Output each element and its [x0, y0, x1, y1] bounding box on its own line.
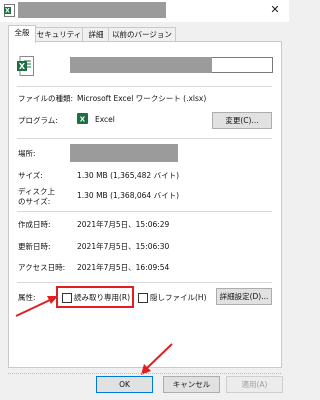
tab-previous-versions[interactable]: 以前のバージョン [108, 27, 176, 42]
divider [17, 211, 272, 212]
created-label: 作成日時: [18, 220, 51, 229]
excel-file-icon: X [17, 56, 34, 76]
excel-program-icon: X [77, 113, 88, 124]
footer-divider [8, 373, 281, 375]
disk-size-label-2: のサイズ: [18, 197, 51, 206]
modified-label: 更新日時: [18, 242, 51, 251]
size-label: サイズ: [18, 171, 43, 180]
svg-text:X: X [19, 62, 26, 71]
attributes-label: 属性: [18, 293, 36, 302]
program-label: プログラム: [18, 116, 58, 125]
hidden-checkbox[interactable] [138, 293, 148, 303]
tab-security[interactable]: セキュリティ [34, 27, 84, 42]
divider [17, 282, 272, 283]
apply-button[interactable]: 適用(A) [226, 376, 283, 393]
svg-text:X: X [5, 8, 10, 15]
window-title-redacted [18, 2, 166, 18]
file-type-value: Microsoft Excel ワークシート (.xlsx) [77, 94, 207, 103]
tab-details[interactable]: 詳細 [82, 27, 110, 42]
modified-value: 2021年7月5日、15:06:30 [77, 242, 170, 251]
file-type-label: ファイルの種類: [18, 94, 74, 103]
ok-button[interactable]: OK [96, 376, 153, 393]
excel-file-icon: X [4, 4, 15, 17]
location-label: 場所: [18, 149, 36, 158]
annotation-highlight-box [56, 286, 134, 308]
size-value: 1.30 MB (1,365,482 バイト) [77, 171, 179, 180]
file-name-redacted [70, 57, 212, 73]
program-value: Excel [95, 115, 115, 124]
close-icon[interactable]: ✕ [268, 3, 282, 17]
disk-size-value: 1.30 MB (1,368,064 バイト) [77, 191, 179, 200]
accessed-label: アクセス日時: [18, 263, 66, 272]
advanced-button[interactable]: 詳細設定(D)... [216, 288, 272, 305]
svg-text:X: X [80, 116, 86, 124]
divider [17, 86, 272, 87]
location-redacted [70, 144, 178, 162]
created-value: 2021年7月5日、15:06:29 [77, 220, 170, 229]
change-program-button[interactable]: 変更(C)... [212, 112, 272, 129]
accessed-value: 2021年7月5日、16:09:54 [77, 263, 170, 272]
hidden-label[interactable]: 隠しファイル(H) [150, 292, 207, 303]
tab-general[interactable]: 全般 [8, 25, 36, 43]
divider [17, 138, 272, 139]
cancel-button[interactable]: キャンセル [163, 376, 220, 393]
